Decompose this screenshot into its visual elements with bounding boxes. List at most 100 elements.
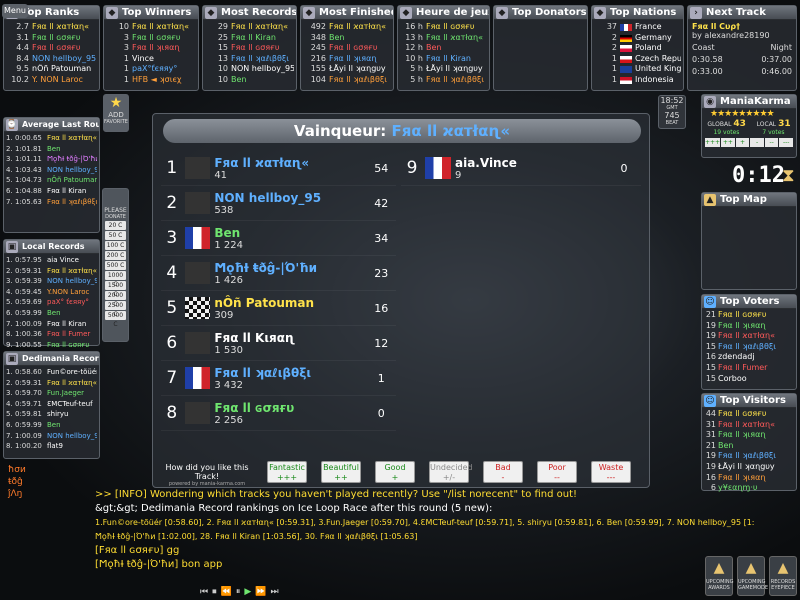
list-value: 2 (611, 32, 617, 42)
podium-rank: 4 (166, 263, 178, 283)
play-icon[interactable]: ▶ (244, 587, 251, 599)
skip-forward-icon[interactable]: ⏭ (271, 587, 279, 599)
donate-amount-button[interactable]: 1000 C (105, 271, 126, 288)
donate-amount-button[interactable]: 2500 C (105, 301, 126, 318)
donate-amount-button[interactable]: 2000 C (105, 291, 126, 308)
average-icon: ⌚ (6, 119, 18, 131)
donate-amount-button[interactable]: 500 C (105, 261, 126, 270)
list-time: 1:01.11 (15, 155, 42, 164)
karma-vote-button[interactable]: + (735, 138, 750, 147)
podium-points: 1 (377, 371, 385, 385)
list-item: 16 h Fяα ll ɢσяғυ (400, 22, 487, 33)
top-panel-title: Most Finished (319, 7, 393, 18)
vote-undecided-button[interactable]: Undecided +/- (429, 461, 473, 483)
donate-amount-button[interactable]: 20 C (105, 221, 126, 230)
list-item: 7. 1:00.09 Fяα ll Kiran (6, 319, 97, 330)
list-rank: 3. (6, 389, 13, 398)
list-name: Ben (47, 308, 61, 317)
karma-vote-button[interactable]: +++ (705, 138, 721, 147)
list-item: 21 Ben (704, 441, 794, 452)
list-item: 5. 1:04.73 nÔñ Patouman (6, 175, 97, 186)
podium-name: aia.Vince (455, 155, 517, 170)
list-item: 3 Fяα ll ɢσяғυ (106, 33, 196, 44)
list-time: 0:59.45 (15, 287, 42, 296)
list-item: 16 Fяα ll ʞιяαɳ (704, 473, 794, 484)
avatar (184, 402, 211, 424)
karma-vote-button[interactable]: -- (764, 138, 779, 147)
list-value: 13 h (405, 32, 423, 42)
list-item: 1 Czech Republic (594, 54, 681, 65)
list-value: 10 (118, 22, 129, 31)
list-item: 19 Fяα ll ʞιяαɳ (704, 321, 794, 332)
list-name: Fяα ll ϰαтłαɳ« (47, 378, 97, 387)
list-item: 4. 0:59.45 Y.NON Laroc (6, 287, 97, 298)
list-item: 5. 0:59.69 paX° ťєяяу° (6, 297, 97, 308)
list-name: Fяα ll ɢσяғυ (718, 310, 767, 319)
donate-amount-button[interactable]: 50 C (105, 231, 126, 240)
list-count: 15 (705, 362, 716, 372)
checkered-flag-icon (184, 297, 211, 319)
list-name: Fяα ll ʞιяαɳ (329, 53, 377, 63)
list-value: 12 h (405, 43, 423, 53)
karma-title: ManiaKarma (720, 96, 791, 107)
fr-flag-icon (620, 24, 632, 31)
list-name: Ben (231, 74, 247, 84)
list-time: 0:00.65 (15, 134, 42, 142)
gb-flag-icon (620, 66, 632, 74)
podium-score: 2 256 (214, 414, 243, 426)
list-item: 155 ŁÅyi ll ʞαɳgυy (303, 64, 391, 75)
list-item: 10 NON hellboy_95 (205, 64, 294, 75)
prev-icon[interactable]: ⏪ (221, 587, 232, 599)
list-count: 19 (705, 320, 716, 330)
donate-amount-button[interactable]: 1500 C (105, 281, 126, 298)
list-name: ƐMCTeuf-teuf (47, 399, 93, 408)
widget-button-2[interactable]: ▲ UPCOMING GAMEMODE (737, 556, 768, 596)
donate-amount-button[interactable]: 200 C (105, 251, 126, 260)
list-item: 9. 1:00.55 Fяα ll ɢσяғυ (6, 340, 97, 351)
top-panel-title: Heure de jeux (416, 7, 489, 18)
vote-beautiful-button[interactable]: Beautiful ++ (321, 461, 361, 483)
list-value: 3 (123, 43, 129, 53)
list-rank: 8. (6, 442, 13, 451)
pause-icon[interactable]: ⏸ (236, 587, 241, 599)
next-icon[interactable]: ⏩ (255, 587, 266, 599)
vote-fantastic-button[interactable]: Fantastic +++ (267, 461, 307, 483)
donate-amount-button[interactable]: 100 C (105, 241, 126, 250)
widget-icon: ▲ (713, 560, 725, 576)
list-name: nÔñ Patouman (47, 176, 97, 185)
karma-vote-button[interactable]: --- (779, 138, 793, 147)
list-name: Ben (47, 144, 61, 153)
list-time: 1:00.20 (15, 442, 42, 451)
top-map-title: Top Map (720, 194, 767, 205)
widget-button-1[interactable]: ▲ UPCOMING AWARDS (705, 556, 734, 596)
list-item: 3 Fяα ll ʞιяαɳ (106, 43, 196, 54)
widget-button-3[interactable]: ▲ RECORDS EYEPIECE (769, 556, 797, 596)
podium-score: 41 (214, 169, 228, 181)
vote-poor-button[interactable]: Poor -- (537, 461, 577, 483)
list-item: 5. 0:59.81 shiryu (6, 409, 97, 420)
list-name: Fяα ll Kiran (231, 32, 276, 42)
stop-icon[interactable]: ⏹ (212, 587, 217, 599)
add-favorite-button[interactable]: ★ ADD FAVORITE (103, 94, 129, 132)
list-count: 21 (705, 310, 716, 319)
karma-vote-button[interactable]: - (750, 138, 764, 147)
top-visitors-panel: ☺ Top Visitors 44 Fяα ll ɢσяғυ 31 Fяα ll ϰαт… (701, 393, 797, 492)
vote-good-button[interactable]: Good + (375, 461, 415, 483)
menu-label: Menu (4, 6, 26, 15)
menu-button[interactable]: Menu (2, 4, 28, 18)
donate-panel: PLEASE DONATE 20 C 50 C 100 C 200 C 500 C 100… (102, 188, 129, 342)
vote-waste-button[interactable]: Waste --- (591, 461, 631, 483)
chat-line: [ϺǫħƗ ŧðĝ-|Ό'ħи] bon app (95, 559, 223, 570)
vote-bad-button[interactable]: Bad - (483, 461, 523, 483)
list-name: Corboo (718, 373, 747, 383)
donate-amount-button[interactable]: 5000 C (105, 311, 126, 328)
panel-icon: ◆ (496, 7, 508, 19)
list-name: Fяα ll ɢσяғυ (329, 43, 378, 53)
flag-france-icon (184, 367, 211, 389)
list-name: NON hellboy_95 (47, 431, 97, 440)
podium-rank: 7 (166, 368, 178, 388)
karma-vote-button[interactable]: ++ (721, 138, 735, 147)
skip-back-icon[interactable]: ⏮ (200, 587, 208, 599)
top-visitors-title: Top Visitors (720, 395, 786, 406)
vote-label: Undecided (430, 463, 473, 472)
